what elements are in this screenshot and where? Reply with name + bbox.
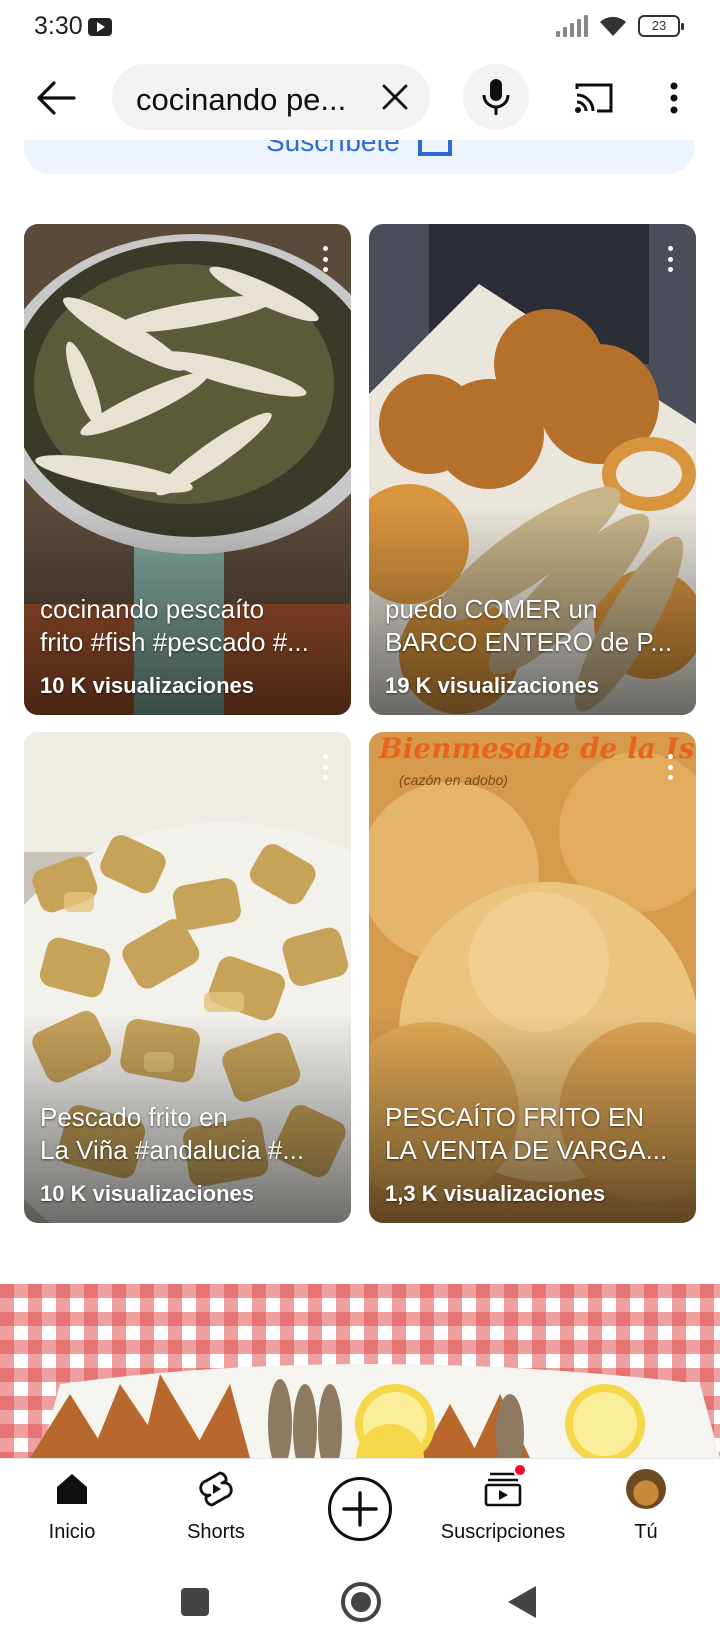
short-title-line: LA VENTA DE VARGA... <box>385 1135 668 1165</box>
short-views: 10 K visualizaciones <box>40 1181 254 1206</box>
cast-icon <box>575 83 613 113</box>
nav-label: Inicio <box>48 1521 96 1543</box>
more-options-button[interactable] <box>654 70 694 126</box>
home-system-button[interactable] <box>341 1582 381 1622</box>
subscriptions-icon <box>483 1463 527 1509</box>
signal-icon <box>556 15 588 37</box>
short-more-button[interactable] <box>315 244 335 274</box>
nav-label: Shorts <box>187 1521 245 1543</box>
short-card[interactable]: Pescado frito en La Viña #andalucia #...… <box>24 732 351 1223</box>
video-thumbnail[interactable] <box>0 1284 720 1458</box>
short-title[interactable]: Pescado frito en La Viña #andalucia #... <box>40 1101 338 1167</box>
search-query[interactable]: cocinando pe... <box>136 82 356 118</box>
battery-icon: 23 <box>638 15 684 37</box>
create-icon <box>342 1491 378 1527</box>
close-icon <box>382 84 408 110</box>
short-card[interactable]: Bienmesabe de la Isla (cazón en adobo) P… <box>369 732 696 1223</box>
voice-search-button[interactable] <box>463 64 529 130</box>
short-more-button[interactable] <box>660 244 680 274</box>
avatar <box>626 1469 666 1509</box>
short-title[interactable]: PESCAÍTO FRITO EN LA VENTA DE VARGA... <box>385 1101 683 1167</box>
short-title-line: PESCAÍTO FRITO EN <box>385 1102 645 1132</box>
nav-label: Suscripciones <box>440 1521 566 1543</box>
home-icon <box>52 1469 92 1509</box>
search-header: cocinando pe... <box>0 56 720 140</box>
short-title-line: Pescado frito en <box>40 1102 228 1132</box>
thumbnail-overlay-subtext: (cazón en adobo) <box>399 772 508 788</box>
more-vertical-icon <box>670 82 678 114</box>
nav-you[interactable]: Tú <box>624 1469 668 1544</box>
short-views: 19 K visualizaciones <box>385 673 599 698</box>
short-more-button[interactable] <box>660 752 680 782</box>
short-title-line: BARCO ENTERO de P... <box>385 627 673 657</box>
youtube-notification-icon <box>88 18 112 36</box>
wifi-icon <box>600 16 626 36</box>
shorts-icon <box>196 1469 236 1509</box>
short-title-line: frito #fish #pescado #... <box>40 627 309 657</box>
nav-subscriptions[interactable]: Suscripciones <box>440 1463 566 1544</box>
short-card[interactable]: puedo COMER un BARCO ENTERO de P... 19 K… <box>369 224 696 715</box>
search-input[interactable]: cocinando pe... <box>112 64 430 130</box>
cast-button[interactable] <box>566 70 622 126</box>
microphone-icon <box>482 79 510 115</box>
notification-dot <box>513 1463 527 1477</box>
nav-label: Tú <box>634 1521 658 1543</box>
short-title-line: La Viña #andalucia #... <box>40 1135 305 1165</box>
create-button[interactable] <box>328 1477 392 1541</box>
short-more-button[interactable] <box>315 752 335 782</box>
back-button[interactable] <box>28 70 84 126</box>
thumbnail-overlay-text: Bienmesabe de la Isla <box>379 732 696 765</box>
system-navigation-bar <box>0 1562 720 1650</box>
bottom-navigation: Inicio Shorts Suscripciones Tú <box>0 1458 720 1562</box>
nav-shorts[interactable]: Shorts <box>184 1469 248 1544</box>
clear-search-button[interactable] <box>374 76 416 118</box>
short-title-line: cocinando pescaíto <box>40 594 265 624</box>
short-title[interactable]: cocinando pescaíto frito #fish #pescado … <box>40 593 338 659</box>
short-title-line: puedo COMER un <box>385 594 598 624</box>
recents-button[interactable] <box>181 1588 209 1616</box>
short-views: 1,3 K visualizaciones <box>385 1181 606 1206</box>
short-title[interactable]: puedo COMER un BARCO ENTERO de P... <box>385 593 683 659</box>
status-icons: 23 <box>556 14 684 38</box>
status-time: 3:30 <box>34 12 83 40</box>
status-bar: 3:30 23 <box>0 0 720 56</box>
nav-home[interactable]: Inicio <box>46 1469 98 1544</box>
short-views: 10 K visualizaciones <box>40 673 254 698</box>
short-card[interactable]: cocinando pescaíto frito #fish #pescado … <box>24 224 351 715</box>
back-arrow-icon <box>37 81 76 115</box>
back-system-button[interactable] <box>508 1586 536 1618</box>
